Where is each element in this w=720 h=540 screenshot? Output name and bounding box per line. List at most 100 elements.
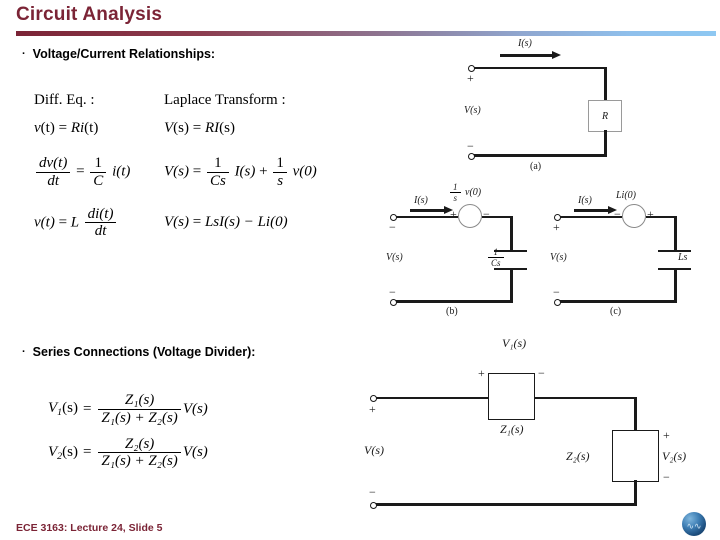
source-circle-b: [458, 204, 482, 228]
source-minus-b: −: [483, 207, 490, 221]
caption-b: (b): [446, 306, 458, 317]
s-arg: (s): [62, 400, 78, 417]
wire-right-lower-b: [510, 268, 513, 302]
title-divider-rule: [16, 31, 716, 36]
i-of-t: i(t): [112, 163, 131, 180]
circuit-diagram-a: I(s) R + − V(s) (a): [464, 38, 626, 172]
footer-text: ECE 3163: Lecture 24, Slide 5: [16, 522, 163, 534]
wire-top-right-divider: [534, 396, 637, 400]
t-arg: (t): [40, 120, 55, 136]
laplace-transform-header: Laplace Transform :: [164, 92, 286, 108]
V-symbol: V: [48, 444, 58, 460]
current-label-c: I(s): [578, 195, 592, 206]
v2-numerator: Z₂(s): [124, 435, 155, 452]
bullet-marker-icon: ·: [22, 346, 26, 358]
inductor-laplace-rhs: LsI(s) − Li(0): [204, 214, 288, 231]
capacitor-equation-row: dv(t) dt = 1 C i(t) V(s) = 1 Cs I(s) + 1…: [34, 155, 364, 190]
resistor-time-equation: v(t) = Ri(t): [34, 120, 164, 137]
one-numerator: 1: [94, 155, 103, 171]
C-denominator: C: [90, 171, 107, 190]
s-arg-2: (s): [219, 120, 235, 136]
resistor-laplace-equation: V(s) = RI(s): [164, 120, 364, 137]
z2-minus: −: [663, 470, 670, 484]
inductor-time-equation: v(t) = L di(t) dt: [34, 206, 164, 241]
wire-top-right-c: [646, 215, 677, 219]
V-of-s-tail: V(s): [182, 444, 208, 461]
v2-equation: V2(s) = Z₂(s) Z₁(s) + Z₂(s) V(s): [48, 436, 208, 471]
one-numerator: 1: [276, 155, 284, 171]
dvdt-fraction: dv(t) dt: [36, 155, 71, 190]
source-circle-c: [622, 204, 646, 228]
wire-right-upper-c: [674, 215, 677, 251]
waveform-glyph: ∿∿: [686, 523, 702, 530]
current-arrow-shaft-c: [574, 209, 608, 212]
one-numerator-b: 1: [453, 182, 458, 192]
v1-fraction: Z₁(s) Z₁(s) + Z₂(s): [98, 392, 181, 427]
v1-label-divider: V₁(s): [502, 336, 527, 350]
equals-sign: =: [192, 120, 202, 136]
v-zero: v(0): [292, 163, 317, 180]
minus-bottom-b: −: [389, 285, 396, 299]
capacitor-time-equation: dv(t) dt = 1 C i(t): [34, 155, 164, 190]
equals-sign: =: [82, 444, 92, 461]
equals-sign: =: [192, 214, 202, 231]
one-over-Cs-fraction-b: 1 Cs: [488, 247, 504, 268]
caption-c: (c): [610, 306, 622, 317]
circuit-diagram-b: 1 s v(0) I(s) + − 1 Cs − − V(s) (b): [386, 182, 528, 317]
globe-waveform-logo-icon: ∿∿: [682, 512, 706, 536]
source-value-c: Li(0): [616, 190, 636, 201]
plus-sign-c: +: [553, 220, 560, 234]
didt-denominator: dt: [84, 222, 117, 240]
capacitor-laplace-equation: V(s) = 1 Cs I(s) + 1 s v(0): [164, 155, 364, 190]
bullet-label: Series Connections (Voltage Divider):: [32, 345, 256, 359]
equals-sign: =: [192, 163, 202, 180]
v-zero-b: v(0): [465, 186, 482, 198]
v2-denominator: Z₁(s) + Z₂(s): [98, 452, 181, 470]
V1-lhs: V1(s): [48, 400, 78, 418]
dvdt-denominator: dt: [36, 171, 71, 190]
s-denominator: s: [273, 171, 287, 190]
V-of-s: V(s): [164, 163, 189, 180]
z1-impedance-box: [488, 373, 535, 420]
equals-sign: =: [76, 163, 85, 180]
equals-sign: =: [58, 120, 68, 136]
circuit-diagram-c: Li(0) I(s) − + Ls + − V(s) (c): [550, 186, 692, 317]
one-over-C-fraction: 1 C: [90, 155, 107, 190]
source-label-c: V(s): [550, 252, 567, 263]
z2-impedance-box: [612, 430, 659, 482]
s-arg: (s): [62, 444, 78, 460]
capacitor-value-b: 1 Cs: [486, 247, 506, 268]
source-value-b: 1 s v(0): [448, 182, 481, 203]
equation-headers-row: Diff. Eq. : Laplace Transform :: [34, 92, 364, 109]
z1-minus: −: [538, 366, 545, 380]
wire-right-upper-b: [510, 215, 513, 251]
bullet-series-connections: · Series Connections (Voltage Divider):: [22, 345, 255, 359]
v1-equation: V1(s) = Z₁(s) Z₁(s) + Z₂(s) V(s): [48, 392, 208, 427]
inductor-equation-row: v(t) = L di(t) dt V(s) = LsI(s) − Li(0): [34, 206, 364, 241]
source-minus-c: −: [614, 207, 621, 221]
didt-fraction: di(t) dt: [84, 206, 117, 241]
current-arrow-shaft-a: [500, 54, 552, 57]
V-symbol: V: [48, 400, 58, 417]
t-arg-2: (t): [84, 120, 99, 136]
dvdt-numerator: dv(t): [39, 155, 68, 171]
one-numerator-b: 1: [493, 247, 499, 257]
source-label-b: V(s): [386, 252, 403, 263]
plus-sign-divider: +: [369, 402, 376, 416]
inductor-laplace-equation: V(s) = LsI(s) − Li(0): [164, 214, 364, 231]
wire-top-left-divider: [376, 396, 489, 400]
V-of-s-tail: V(s): [182, 400, 208, 417]
Cs-denominator: Cs: [206, 171, 229, 190]
v-symbol: v: [34, 120, 41, 136]
V-symbol: V: [164, 120, 174, 136]
minus-sign-a: −: [467, 139, 474, 153]
plus-sign: +: [259, 163, 268, 180]
V-of-s: V(s): [164, 214, 189, 231]
v2-label-divider: V₂(s): [662, 449, 687, 463]
one-over-s-fraction: 1 s: [273, 155, 287, 190]
v2-fraction: Z₂(s) Z₁(s) + Z₂(s): [98, 435, 181, 471]
one-over-s-fraction-b: 1 s: [450, 182, 461, 203]
terminal-bottom-divider: [370, 501, 377, 509]
bullet-voltage-current-relationships: · Voltage/Current Relationships:: [22, 47, 215, 61]
wire-top-a: [474, 66, 607, 70]
